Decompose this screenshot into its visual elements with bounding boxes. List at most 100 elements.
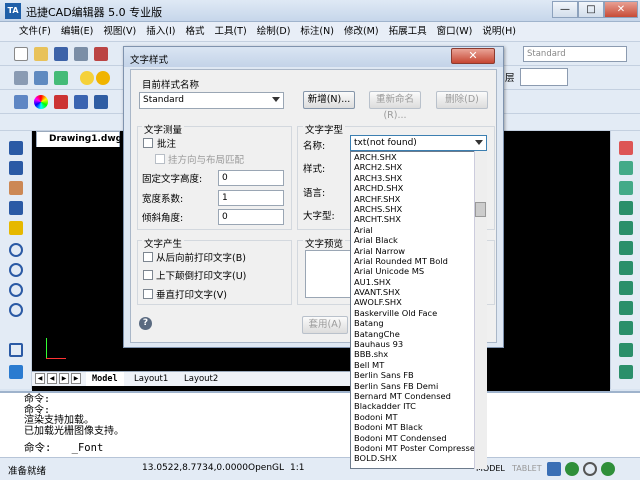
polyline-icon[interactable]: [9, 161, 23, 175]
font-list-scrollbar[interactable]: [474, 151, 487, 469]
width-factor-input[interactable]: 1: [218, 190, 284, 206]
font-list-item[interactable]: ARCHD.SHX: [351, 183, 486, 193]
text-style-combo[interactable]: Standard: [523, 46, 627, 62]
ray-icon[interactable]: [9, 181, 23, 195]
menu-window[interactable]: 窗口(W): [432, 22, 478, 42]
pan-icon[interactable]: [14, 95, 28, 109]
current-style-dropdown[interactable]: Standard: [139, 92, 284, 109]
rename-style-button[interactable]: 重新命名(R)...: [369, 91, 421, 121]
new-style-button[interactable]: 新增(N)...: [303, 91, 355, 109]
render-mode[interactable]: OpenGL: [248, 463, 284, 473]
line-icon[interactable]: [9, 141, 23, 155]
fixed-height-input[interactable]: 0: [218, 170, 284, 186]
font-list-item[interactable]: ARCH3.SHX: [351, 173, 486, 183]
font-list-item[interactable]: ARCHS.SHX: [351, 204, 486, 214]
move-icon[interactable]: [619, 241, 633, 255]
menu-extend-tools[interactable]: 拓展工具: [384, 22, 432, 42]
backwards-checkbox[interactable]: [143, 252, 153, 262]
menu-insert[interactable]: 插入(I): [141, 22, 180, 42]
font-list-item[interactable]: BOLD.SHX: [351, 453, 486, 463]
menu-view[interactable]: 视图(V): [98, 22, 141, 42]
menu-draw[interactable]: 绘制(D): [252, 22, 296, 42]
menu-edit[interactable]: 编辑(E): [56, 22, 98, 42]
offset-icon[interactable]: [619, 201, 633, 215]
font-list-item[interactable]: Berlin Sans FB: [351, 370, 486, 380]
pencil-icon[interactable]: [9, 221, 23, 235]
font-list-item[interactable]: ARCHT.SHX: [351, 214, 486, 224]
font-list-item[interactable]: Bodoni MT Condensed: [351, 433, 486, 443]
first-layout-button[interactable]: ◀: [35, 373, 45, 384]
tab-model[interactable]: Model: [86, 372, 124, 386]
rotate-icon[interactable]: [9, 365, 23, 379]
menu-format[interactable]: 格式: [180, 22, 209, 42]
font-name-dropdown[interactable]: txt(not found): [350, 135, 487, 151]
font-list-item[interactable]: Bauhaus 93: [351, 339, 486, 349]
explode-icon[interactable]: [619, 365, 633, 379]
clock-icon[interactable]: [583, 462, 597, 476]
color-wheel-icon[interactable]: [34, 95, 48, 109]
circle-icon[interactable]: [9, 243, 23, 257]
font-list-item[interactable]: AU1.SHX: [351, 277, 486, 287]
font-list-item[interactable]: Baskerville Old Face: [351, 308, 486, 318]
match-icon[interactable]: [54, 71, 68, 85]
document-tab[interactable]: Drawing1.dwg: [36, 131, 122, 147]
layer-state-icon[interactable]: [34, 71, 48, 85]
tablet-toggle[interactable]: TABLET: [512, 464, 542, 473]
ellipse-icon[interactable]: [9, 283, 23, 297]
layer-icon[interactable]: [14, 71, 28, 85]
last-layout-button[interactable]: ▶: [71, 373, 81, 384]
dialog-close-button[interactable]: ✕: [451, 48, 495, 64]
tab-layout2[interactable]: Layout2: [178, 372, 224, 386]
mtext-icon[interactable]: [94, 95, 108, 109]
extend-icon[interactable]: [619, 321, 633, 335]
sun-icon[interactable]: [96, 71, 110, 85]
font-list-item[interactable]: AVANT.SHX: [351, 287, 486, 297]
ok-icon[interactable]: [565, 462, 579, 476]
spline-icon[interactable]: [9, 201, 23, 215]
save-icon[interactable]: [54, 47, 68, 61]
format-icon[interactable]: [74, 95, 88, 109]
font-list-item[interactable]: Arial Black: [351, 235, 486, 245]
menu-dimension[interactable]: 标注(N): [295, 22, 339, 42]
scale-icon[interactable]: [619, 261, 633, 275]
copy-icon[interactable]: [619, 161, 633, 175]
menu-file[interactable]: 文件(F): [14, 22, 56, 42]
text-a-icon[interactable]: [54, 95, 68, 109]
font-list-item[interactable]: Bernard MT Condensed: [351, 391, 486, 401]
match-orientation-checkbox[interactable]: [155, 154, 165, 164]
command-line[interactable]: 命令: _Font: [24, 440, 103, 455]
command-input[interactable]: _Font: [72, 442, 104, 454]
font-list-item[interactable]: Bodoni MT: [351, 412, 486, 422]
rectangle-icon[interactable]: [9, 343, 23, 357]
font-list-item[interactable]: BatangChe: [351, 329, 486, 339]
font-list-item[interactable]: Bodoni MT Black: [351, 422, 486, 432]
fillet-icon[interactable]: [619, 343, 633, 357]
font-list-item[interactable]: Arial Narrow: [351, 246, 486, 256]
font-list-item[interactable]: Berlin Sans FB Demi: [351, 381, 486, 391]
font-list-item[interactable]: Bell MT: [351, 360, 486, 370]
tab-layout1[interactable]: Layout1: [128, 372, 174, 386]
arc-icon[interactable]: [9, 263, 23, 277]
bulb-icon[interactable]: [80, 71, 94, 85]
font-list-item[interactable]: Arial Rounded MT Bold: [351, 256, 486, 266]
open-file-icon[interactable]: [34, 47, 48, 61]
prev-layout-button[interactable]: ◀: [47, 373, 57, 384]
font-list-scroll-thumb[interactable]: [475, 202, 486, 217]
font-list[interactable]: ARCH.SHX ARCH2.SHX ARCH3.SHX ARCHD.SHX A…: [350, 151, 487, 469]
layer-dropdown[interactable]: [520, 68, 568, 86]
font-list-item[interactable]: Arial: [351, 225, 486, 235]
vertical-checkbox[interactable]: [143, 289, 153, 299]
cut-icon[interactable]: [94, 47, 108, 61]
new-file-icon[interactable]: [14, 47, 28, 61]
menu-help[interactable]: 说明(H): [477, 22, 521, 42]
delete-style-button[interactable]: 删除(D): [436, 91, 488, 109]
apply-button[interactable]: 套用(A): [302, 316, 348, 334]
restore-button[interactable]: □: [578, 1, 604, 18]
erase-icon[interactable]: [619, 141, 633, 155]
settings-icon[interactable]: [547, 462, 561, 476]
font-list-item[interactable]: BBB.shx: [351, 349, 486, 359]
mirror-icon[interactable]: [619, 181, 633, 195]
trim-icon[interactable]: [619, 301, 633, 315]
scale-indicator[interactable]: 1:1: [290, 463, 304, 473]
font-list-item[interactable]: Arial Unicode MS: [351, 266, 486, 276]
